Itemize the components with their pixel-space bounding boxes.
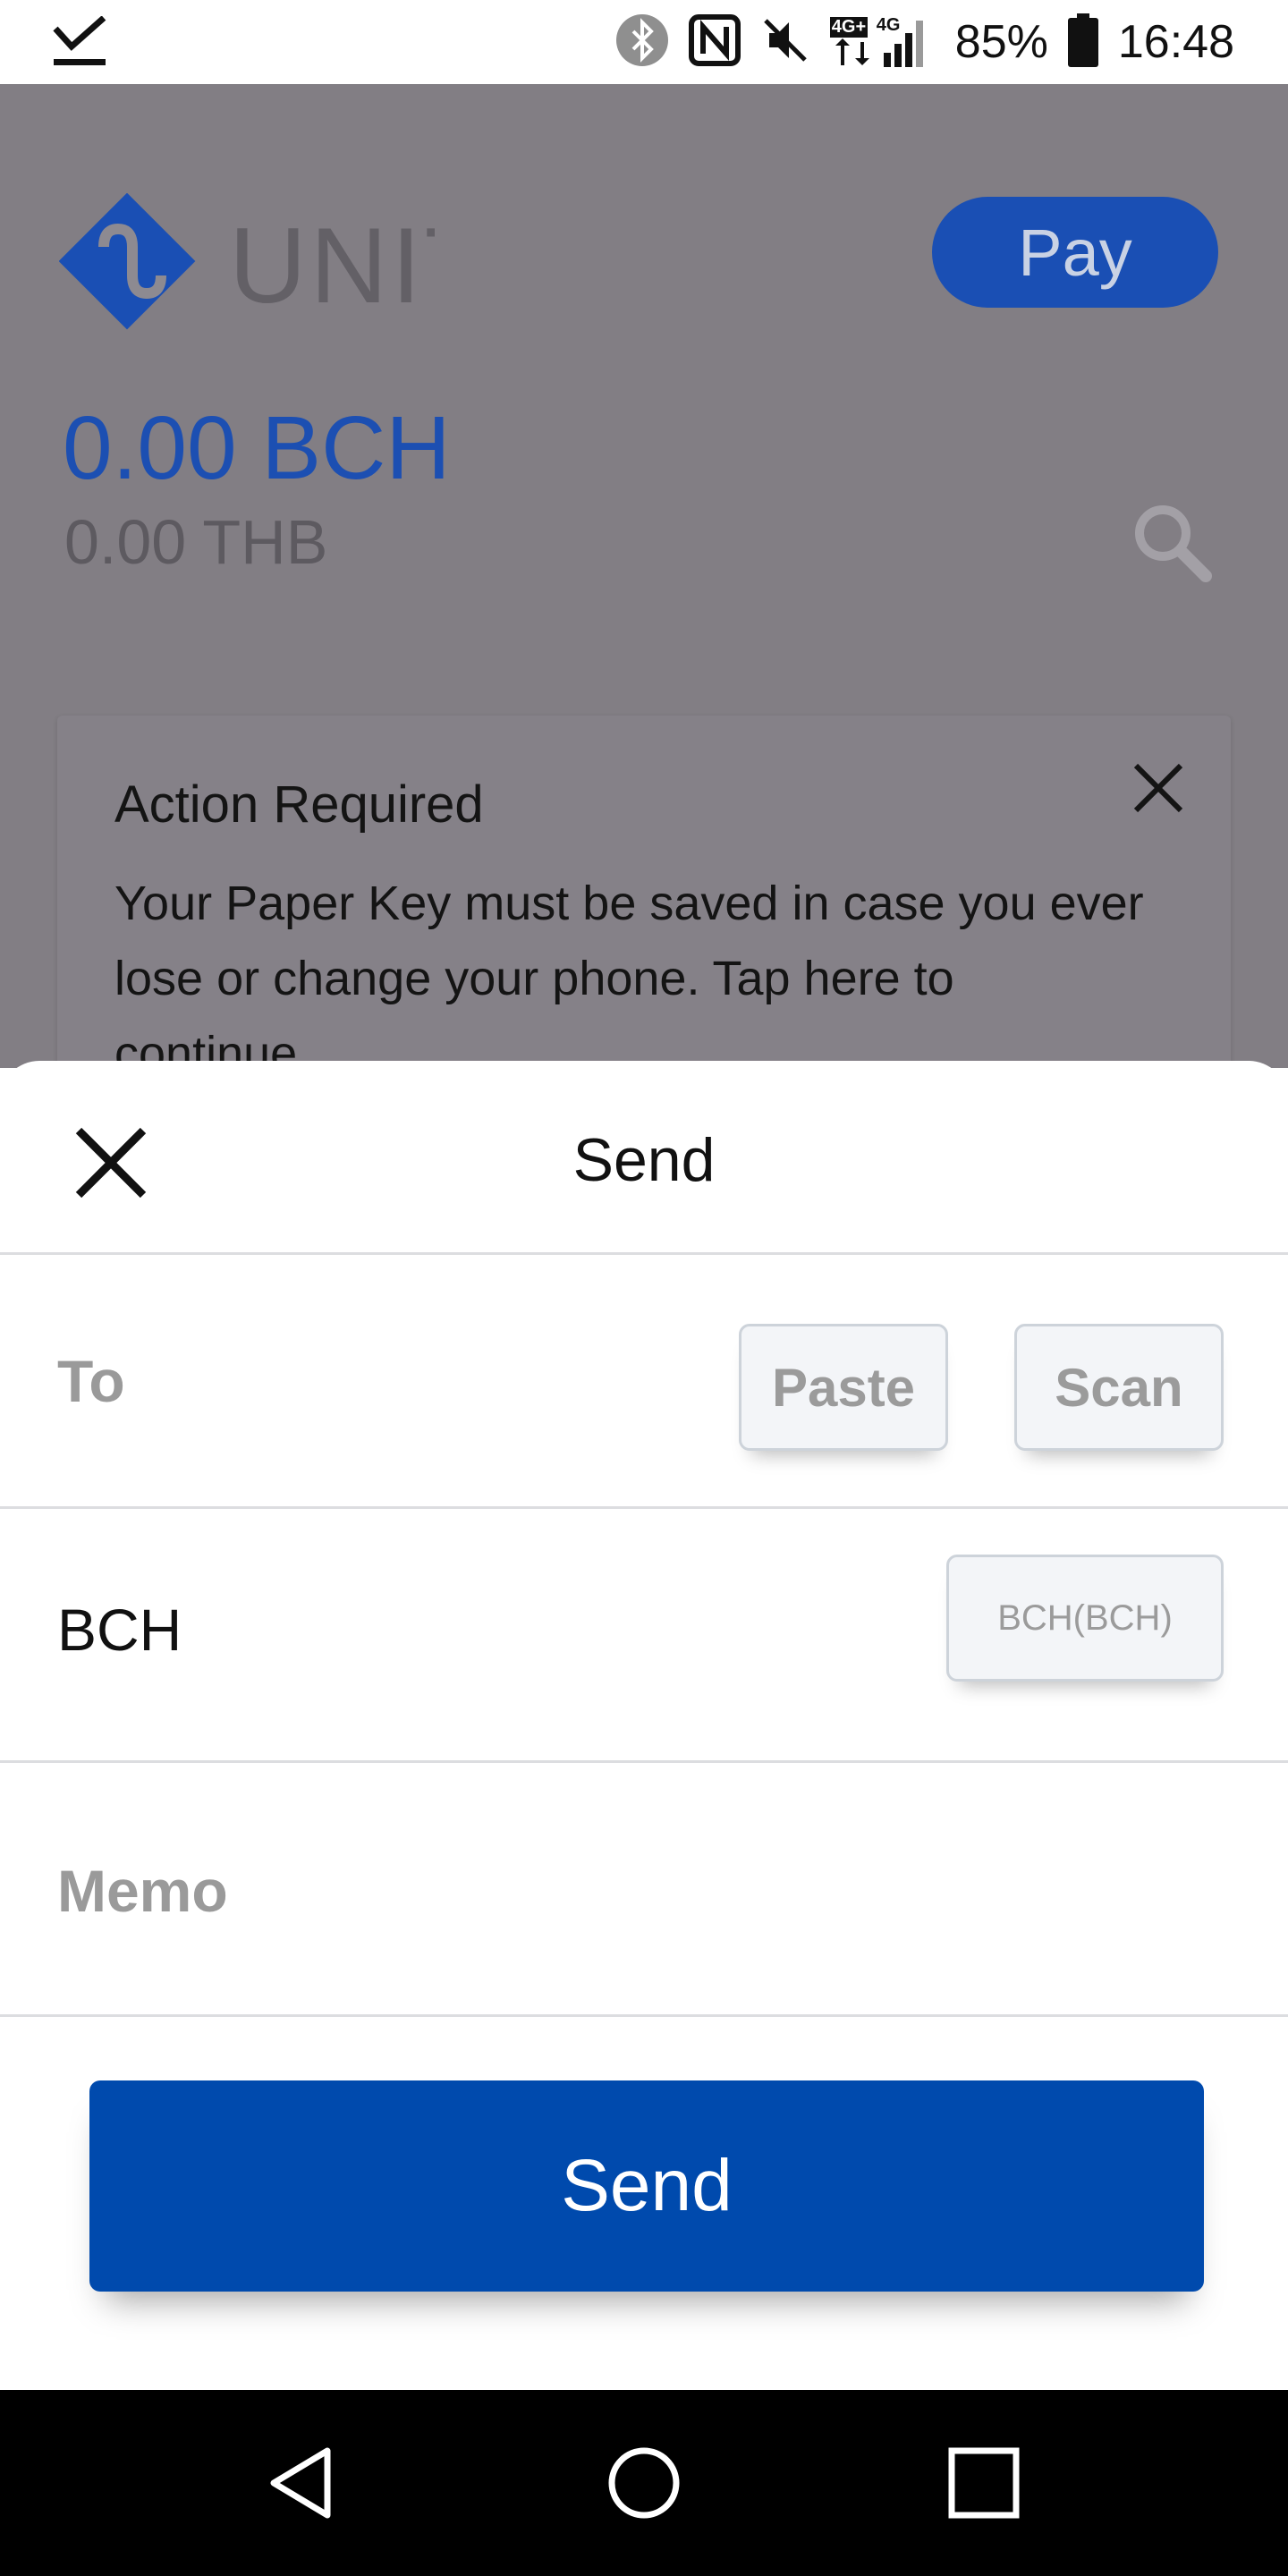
action-card-body: Your Paper Key must be saved in case you… [114, 877, 1144, 1080]
divider [0, 1252, 1288, 1255]
logo-mark-icon [59, 193, 196, 330]
send-sheet: Send To Paste Scan BCH BCH(BCH) Memo Sen… [0, 1061, 1288, 2390]
pay-button[interactable]: Pay [932, 197, 1218, 308]
send-button[interactable]: Send [89, 2080, 1204, 2292]
currency-selector-button[interactable]: BCH(BCH) [946, 1555, 1224, 1682]
sheet-title: Send [572, 1126, 716, 1194]
scan-button[interactable]: Scan [1014, 1324, 1224, 1451]
download-done-icon [50, 15, 109, 74]
divider [0, 1506, 1288, 1509]
search-icon[interactable] [1129, 499, 1215, 589]
divider [0, 2014, 1288, 2017]
to-field-label[interactable]: To [57, 1347, 125, 1415]
home-icon[interactable] [599, 2438, 689, 2528]
close-icon[interactable] [1127, 757, 1190, 824]
navigation-bar [0, 2390, 1288, 2576]
unit-logo: UNIT [59, 193, 435, 336]
balance-crypto: 0.00 BCH [63, 398, 451, 498]
battery-percent: 85% [954, 16, 1048, 68]
signal-icon: 4G+ 4G [829, 15, 936, 69]
nfc-icon [688, 13, 741, 71]
battery-icon [1067, 13, 1098, 72]
logo-text: UNIT [229, 206, 435, 326]
back-icon[interactable] [259, 2438, 349, 2528]
paste-button[interactable]: Paste [739, 1324, 948, 1451]
clock: 16:48 [1117, 16, 1234, 68]
action-card-title: Action Required [114, 775, 484, 834]
balance-fiat: 0.00 THB [64, 507, 328, 577]
network-label-2: 4G [876, 15, 901, 35]
action-required-card[interactable]: Action Required Your Paper Key must be s… [57, 716, 1231, 1091]
status-bar: 4G+ 4G 85% 16:48 [0, 0, 1288, 84]
amount-field-label[interactable]: BCH [57, 1596, 182, 1664]
divider [0, 1760, 1288, 1763]
network-label-1: 4G+ [829, 17, 869, 38]
bluetooth-icon [615, 13, 669, 72]
mute-icon [760, 15, 810, 70]
memo-field[interactable]: Memo [57, 1857, 228, 1925]
recents-icon[interactable] [939, 2438, 1029, 2528]
